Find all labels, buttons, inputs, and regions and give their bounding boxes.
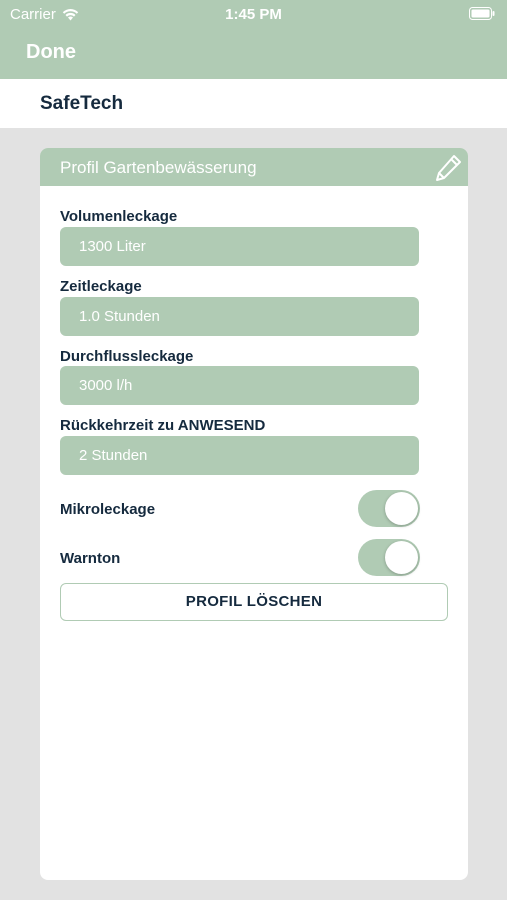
volume-leak-field[interactable]: 1300 Liter	[60, 227, 419, 266]
done-button[interactable]: Done	[26, 41, 76, 64]
micro-leak-label: Mikroleckage	[60, 501, 156, 518]
toggle-knob	[385, 541, 418, 574]
status-bar: Carrier 1:45 PM	[0, 0, 507, 28]
warning-tone-label: Warnton	[60, 550, 121, 567]
profile-card-header: Profil Gartenbewässerung	[40, 148, 468, 186]
app-title: SafeTech	[40, 93, 124, 114]
toggle-knob	[385, 492, 418, 525]
return-time-field[interactable]: 2 Stunden	[60, 436, 419, 475]
profile-card: Profil Gartenbewässerung Volumenleckage …	[40, 148, 468, 880]
time-leak-label: Zeitleckage	[60, 278, 142, 295]
status-time: 1:45 PM	[225, 6, 282, 23]
profile-title: Profil Gartenbewässerung	[60, 158, 257, 177]
battery-icon	[469, 7, 495, 20]
flow-leak-field[interactable]: 3000 l/h	[60, 366, 419, 405]
pencil-icon[interactable]	[432, 152, 464, 184]
nav-bar: Done	[0, 28, 507, 79]
warning-tone-toggle[interactable]	[358, 539, 420, 576]
micro-leak-toggle[interactable]	[358, 490, 420, 527]
delete-profile-button[interactable]: PROFIL LÖSCHEN	[60, 583, 448, 621]
time-leak-field[interactable]: 1.0 Stunden	[60, 297, 419, 336]
title-bar: SafeTech	[0, 79, 507, 128]
flow-leak-label: Durchflussleckage	[60, 348, 194, 365]
return-time-label: Rückkehrzeit zu ANWESEND	[60, 417, 266, 434]
volume-leak-label: Volumenleckage	[60, 208, 178, 225]
